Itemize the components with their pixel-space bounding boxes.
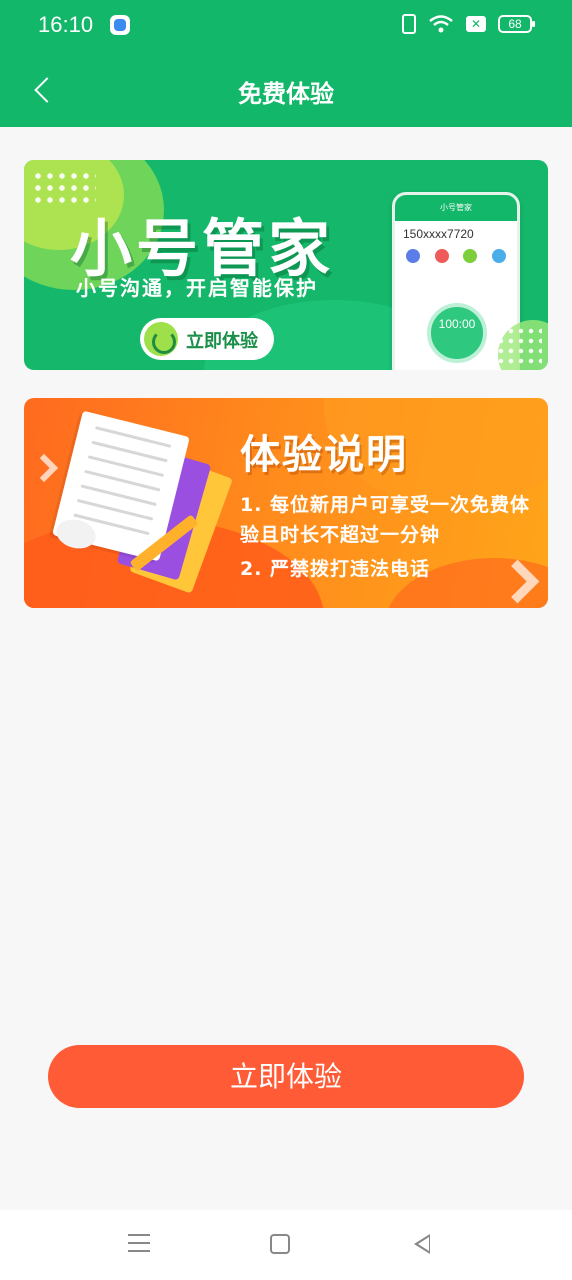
vibrate-icon	[402, 14, 416, 34]
info-banner: 体验说明 1. 每位新用户可享受一次免费体 验且时长不超过一分钟 2. 严禁拨打…	[24, 398, 548, 608]
phone-header: 小号管家	[395, 195, 517, 221]
phone-timer-circle: 100:00	[427, 303, 487, 363]
chevron-right-decor-icon	[34, 452, 52, 482]
status-icons: ✕ 68	[402, 14, 535, 34]
app-notification-icon	[110, 15, 130, 35]
number-icon	[434, 249, 449, 263]
home-icon[interactable]	[270, 1234, 290, 1254]
chevron-right-decor-icon	[502, 560, 532, 600]
phone-number: 150xxxx7720	[403, 227, 474, 241]
back-triangle-icon[interactable]	[410, 1234, 430, 1254]
info-rule-line: 2. 严禁拨打违法电话	[240, 558, 431, 580]
product-banner[interactable]: 小号管家 小号沟通，开启智能保护 立即体验 小号管家 150xxxx7720 1…	[24, 160, 548, 370]
decor-dots	[496, 326, 542, 366]
info-rule-line: 验且时长不超过一分钟	[240, 524, 441, 546]
nav-bar: 免费体验	[0, 52, 572, 127]
service-icon	[491, 249, 506, 263]
banner-try-button[interactable]: 立即体验	[140, 318, 274, 360]
phone-feature-icons	[395, 243, 517, 263]
phone-feature-labels	[395, 263, 517, 265]
system-nav-bar	[0, 1210, 572, 1280]
document-illustration	[52, 410, 233, 594]
phone-call-icon	[144, 322, 178, 356]
status-bar: 16:10 ✕ 68	[0, 0, 572, 52]
banner-subtitle: 小号沟通，开启智能保护	[76, 276, 318, 300]
info-title: 体验说明	[240, 432, 408, 478]
banner-try-label: 立即体验	[186, 331, 258, 352]
sim-icon: ✕	[466, 16, 486, 32]
timer-value: 100:00	[438, 317, 476, 331]
try-now-button[interactable]: 立即体验	[48, 1045, 524, 1108]
history-icon	[406, 249, 421, 263]
menu-icon[interactable]	[128, 1234, 150, 1254]
status-time: 16:10	[38, 12, 94, 37]
info-rule-line: 1. 每位新用户可享受一次免费体	[240, 494, 531, 516]
wifi-icon	[429, 15, 453, 33]
friends-icon	[463, 249, 478, 263]
page-title: 免费体验	[238, 80, 334, 108]
battery-icon: 68	[498, 15, 535, 33]
